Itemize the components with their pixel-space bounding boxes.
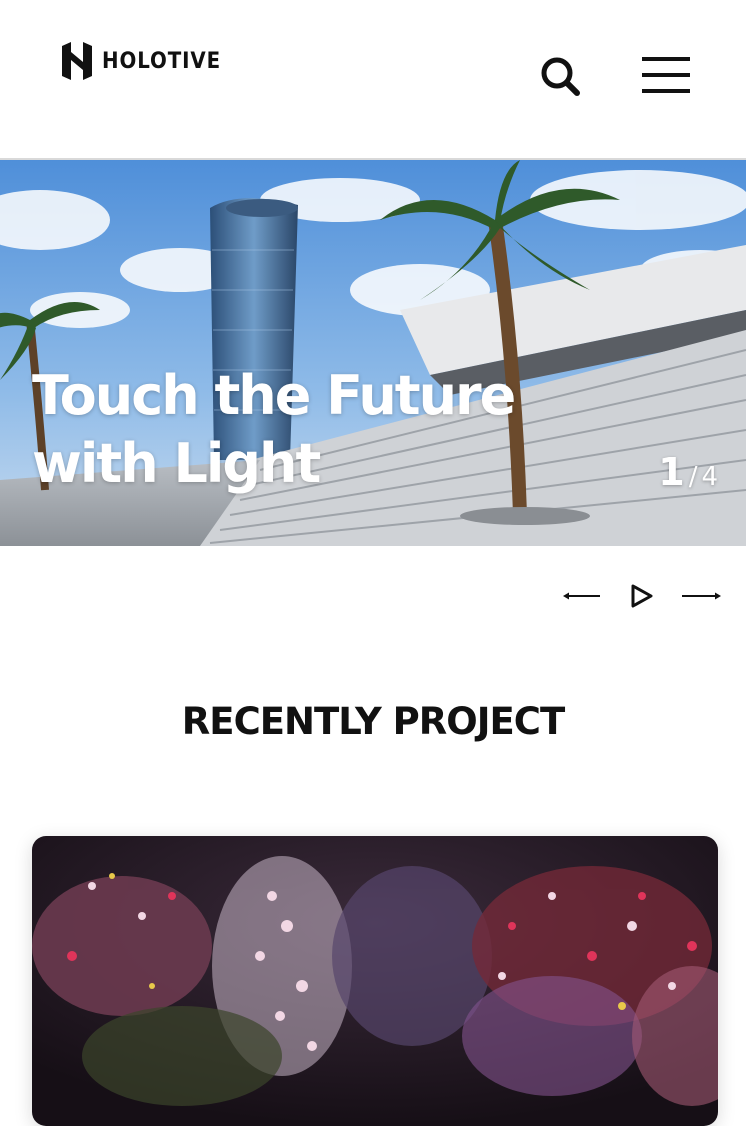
site-header: HOLOTIVE	[0, 0, 746, 160]
hero-title-line2: with Light	[32, 432, 321, 495]
slide-current: 1	[658, 450, 685, 494]
search-button[interactable]	[538, 54, 582, 98]
next-slide-button[interactable]	[680, 578, 724, 614]
arrow-left-icon	[563, 592, 600, 600]
brand-logo[interactable]: HOLOTIVE	[60, 42, 234, 80]
project-card[interactable]	[32, 836, 718, 1126]
slider-controls	[560, 578, 726, 614]
slide-separator: /	[688, 462, 698, 492]
menu-button[interactable]	[642, 55, 690, 95]
slide-counter: 1/4	[658, 450, 718, 494]
hero-slider[interactable]: Touch the Future with Light 1/4	[0, 160, 746, 546]
hamburger-line	[642, 89, 690, 93]
search-icon	[541, 57, 580, 96]
arrow-right-icon	[682, 592, 721, 600]
hamburger-menu-icon	[642, 57, 690, 61]
hamburger-line	[642, 73, 690, 77]
recently-project-heading: RECENTLY PROJECT	[181, 700, 565, 743]
hero-title: Touch the Future with Light	[32, 362, 516, 498]
prev-slide-button[interactable]	[560, 578, 604, 614]
slide-total: 4	[701, 462, 718, 492]
play-icon	[631, 584, 653, 608]
logo-text: HOLOTIVE	[102, 48, 222, 74]
hero-title-line1: Touch the Future	[32, 364, 516, 427]
project-thumbnail	[32, 836, 718, 1126]
holotive-logo-icon	[62, 42, 92, 80]
play-button[interactable]	[628, 578, 656, 614]
